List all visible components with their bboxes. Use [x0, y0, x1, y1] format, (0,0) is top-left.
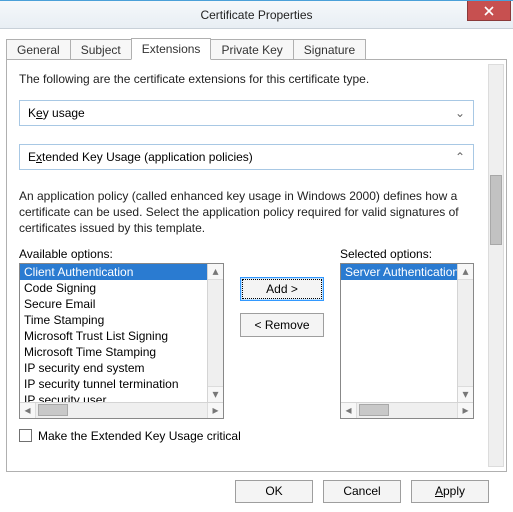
chevron-up-icon: ⌃: [455, 150, 465, 164]
list-item[interactable]: Client Authentication: [20, 264, 207, 280]
scroll-right-icon[interactable]: ▸: [207, 403, 223, 418]
scroll-up-icon[interactable]: ▴: [208, 264, 223, 280]
window-title: Certificate Properties: [200, 8, 312, 22]
horizontal-scrollbar[interactable]: ◂ ▸: [341, 402, 473, 418]
horizontal-scrollbar[interactable]: ◂ ▸: [20, 402, 223, 418]
list-item[interactable]: Microsoft Trust List Signing: [20, 328, 207, 344]
scroll-down-icon[interactable]: ▾: [458, 386, 473, 402]
list-item[interactable]: IP security tunnel termination: [20, 376, 207, 392]
key-usage-label: Key usage: [28, 106, 85, 120]
scroll-thumb[interactable]: [38, 404, 68, 416]
list-item[interactable]: Time Stamping: [20, 312, 207, 328]
close-button[interactable]: [467, 1, 511, 21]
key-usage-expander[interactable]: Key usage ⌄: [19, 100, 474, 126]
dialog-footer: OK Cancel Apply: [6, 476, 507, 506]
selected-listbox[interactable]: Server Authentication ▴ ▾ ◂ ▸: [340, 263, 474, 419]
tab-general[interactable]: General: [6, 39, 71, 60]
vertical-scrollbar[interactable]: ▴ ▾: [457, 264, 473, 402]
scroll-right-icon[interactable]: ▸: [457, 403, 473, 418]
extended-key-usage-expander[interactable]: Extended Key Usage (application policies…: [19, 144, 474, 170]
tab-private-key[interactable]: Private Key: [210, 39, 293, 60]
panel-scrollbar[interactable]: [488, 64, 504, 467]
checkbox-box[interactable]: [19, 429, 32, 442]
list-item[interactable]: IP security end system: [20, 360, 207, 376]
tab-extensions[interactable]: Extensions: [131, 38, 212, 60]
ok-button[interactable]: OK: [235, 480, 313, 503]
title-bar: Certificate Properties: [0, 1, 513, 29]
list-item[interactable]: Server Authentication: [341, 264, 457, 280]
tab-subject[interactable]: Subject: [70, 39, 132, 60]
vertical-scrollbar[interactable]: ▴ ▾: [207, 264, 223, 402]
scroll-up-icon[interactable]: ▴: [458, 264, 473, 280]
available-label: Available options:: [19, 247, 224, 261]
make-critical-label: Make the Extended Key Usage critical: [38, 429, 241, 443]
intro-text: The following are the certificate extens…: [19, 72, 476, 86]
panel-scroll-thumb[interactable]: [490, 175, 502, 245]
extensions-panel: The following are the certificate extens…: [6, 59, 507, 472]
remove-button[interactable]: < Remove: [240, 313, 324, 337]
scroll-left-icon[interactable]: ◂: [20, 403, 36, 418]
chevron-down-icon: ⌄: [455, 106, 465, 120]
cancel-button[interactable]: Cancel: [323, 480, 401, 503]
make-critical-checkbox[interactable]: Make the Extended Key Usage critical: [19, 429, 474, 443]
list-item[interactable]: IP security user: [20, 392, 207, 402]
eku-description: An application policy (called enhanced k…: [19, 188, 474, 237]
scroll-thumb[interactable]: [359, 404, 389, 416]
scroll-down-icon[interactable]: ▾: [208, 386, 223, 402]
list-item[interactable]: Secure Email: [20, 296, 207, 312]
list-item[interactable]: Microsoft Time Stamping: [20, 344, 207, 360]
apply-button[interactable]: Apply: [411, 480, 489, 503]
selected-label: Selected options:: [340, 247, 474, 261]
scroll-left-icon[interactable]: ◂: [341, 403, 357, 418]
tab-signature[interactable]: Signature: [293, 39, 366, 60]
tab-strip: General Subject Extensions Private Key S…: [6, 37, 507, 59]
close-icon: [484, 6, 494, 16]
list-item[interactable]: Code Signing: [20, 280, 207, 296]
available-listbox[interactable]: Client Authentication Code Signing Secur…: [19, 263, 224, 419]
add-button[interactable]: Add >: [240, 277, 324, 301]
eku-label: Extended Key Usage (application policies…: [28, 150, 253, 164]
